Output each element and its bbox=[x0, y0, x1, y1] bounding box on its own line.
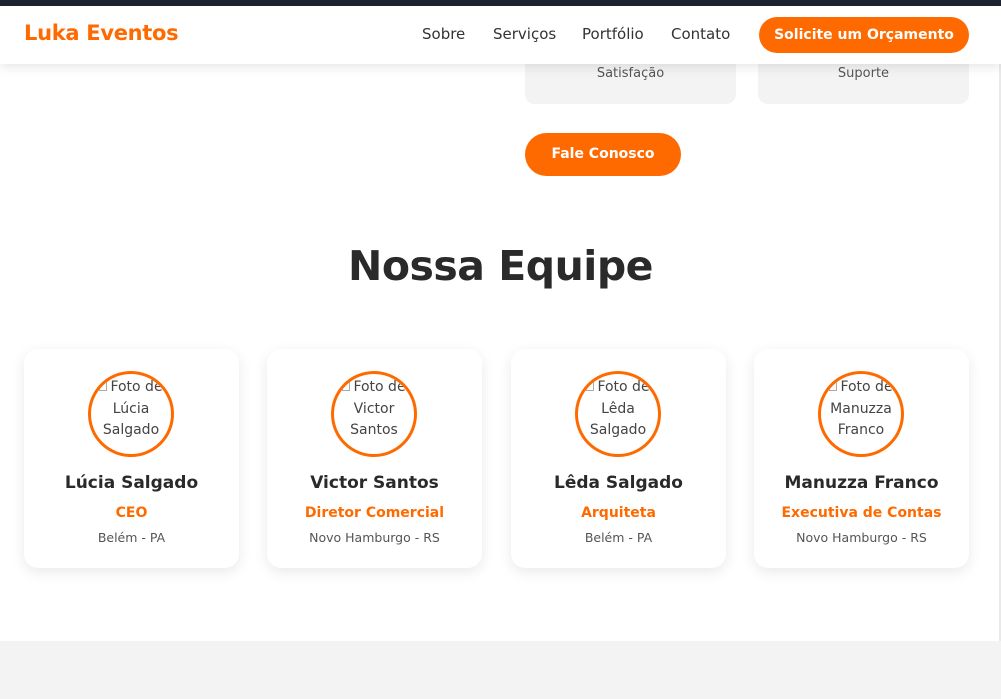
team-card: Foto de Manuzza Franco Manuzza Franco Ex… bbox=[754, 349, 969, 568]
photo-alt-text: Foto de Lúcia Salgado bbox=[91, 377, 171, 442]
member-role: Arquiteta bbox=[581, 505, 656, 521]
member-name: Victor Santos bbox=[310, 473, 439, 493]
stat-label: Suporte bbox=[837, 66, 890, 81]
broken-image-icon bbox=[99, 382, 108, 391]
team-section-title: Nossa Equipe bbox=[348, 242, 653, 290]
member-location: Belém - PA bbox=[97, 530, 166, 545]
request-quote-button[interactable]: Solicite um Orçamento bbox=[759, 17, 969, 53]
member-location: Novo Hamburgo - RS bbox=[309, 530, 440, 545]
stat-label: Satisfação bbox=[596, 66, 665, 81]
contact-button[interactable]: Fale Conosco bbox=[525, 133, 681, 176]
site-header: Luka Eventos Sobre Serviços Portfólio Co… bbox=[0, 6, 1001, 64]
nav-link-contato[interactable]: Contato bbox=[671, 25, 730, 43]
member-photo: Foto de Lúcia Salgado bbox=[88, 371, 174, 457]
photo-alt-text: Foto de Lêda Salgado bbox=[578, 377, 658, 442]
team-card: Foto de Victor Santos Victor Santos Dire… bbox=[267, 349, 482, 568]
photo-alt-text: Foto de Victor Santos bbox=[334, 377, 414, 442]
nav-link-portfolio[interactable]: Portfólio bbox=[582, 25, 644, 43]
photo-alt-text: Foto de Manuzza Franco bbox=[829, 379, 893, 438]
member-photo: Foto de Victor Santos bbox=[331, 371, 417, 457]
member-name: Lúcia Salgado bbox=[64, 473, 199, 493]
member-photo: Foto de Manuzza Franco bbox=[818, 371, 904, 457]
broken-image-icon bbox=[829, 382, 838, 391]
member-location: Belém - PA bbox=[584, 530, 653, 545]
next-section-band bbox=[0, 641, 1001, 699]
team-card: Foto de Lúcia Salgado Lúcia Salgado CEO … bbox=[24, 349, 239, 568]
page: Satisfação Suporte Fale Conosco Luka Eve… bbox=[0, 0, 1001, 699]
broken-image-icon bbox=[586, 382, 595, 391]
nav-link-sobre[interactable]: Sobre bbox=[422, 25, 465, 43]
nav-link-servicos[interactable]: Serviços bbox=[493, 25, 556, 43]
member-role: Executiva de Contas bbox=[781, 505, 942, 521]
member-location: Novo Hamburgo - RS bbox=[796, 530, 927, 545]
member-name: Manuzza Franco bbox=[784, 473, 939, 493]
member-role: Diretor Comercial bbox=[304, 505, 445, 521]
member-role: CEO bbox=[115, 505, 148, 521]
member-name: Lêda Salgado bbox=[554, 473, 683, 493]
broken-image-icon bbox=[342, 382, 351, 391]
team-card: Foto de Lêda Salgado Lêda Salgado Arquit… bbox=[511, 349, 726, 568]
member-photo: Foto de Lêda Salgado bbox=[575, 371, 661, 457]
